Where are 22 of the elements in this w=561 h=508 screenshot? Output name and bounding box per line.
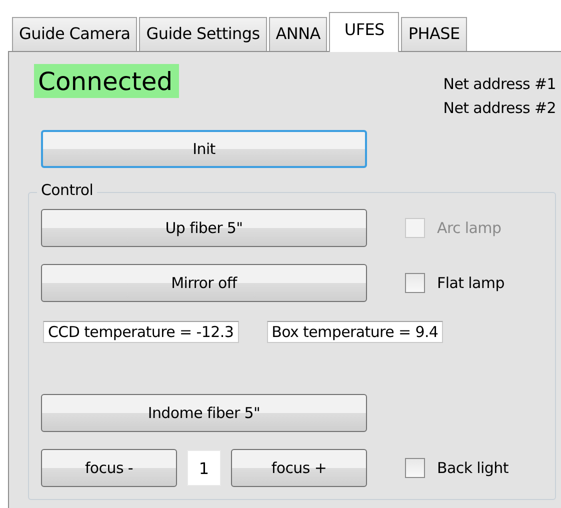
tab[interactable]: Guide Settings: [139, 17, 267, 51]
tab[interactable]: PHASE: [401, 17, 467, 51]
checkbox-label: Arc lamp: [437, 219, 502, 237]
checkbox-label: Flat lamp: [437, 274, 504, 292]
focus-minus-button[interactable]: focus -: [41, 449, 177, 487]
net-address-label: Net address #2: [443, 98, 556, 119]
connection-status: Connected: [34, 64, 179, 98]
focus-plus-button[interactable]: focus +: [231, 449, 367, 487]
checkbox[interactable]: [405, 273, 425, 293]
indome-fiber-button[interactable]: Indome fiber 5": [41, 394, 367, 432]
temperature-readout: Box temperature = 9.4: [266, 321, 444, 343]
focus-step-field[interactable]: 1: [187, 450, 221, 486]
checkbox[interactable]: [405, 458, 425, 478]
checkbox-label: Back light: [437, 459, 508, 477]
init-button[interactable]: Init: [41, 130, 367, 168]
up-fiber-button[interactable]: Up fiber 5": [41, 209, 367, 247]
net-address-label: Net address #1: [443, 74, 556, 95]
tab[interactable]: Guide Camera: [12, 17, 138, 51]
temperature-readout: CCD temperature = -12.3: [43, 321, 239, 343]
tab[interactable]: UFES: [329, 12, 400, 52]
tab[interactable]: ANNA: [268, 17, 328, 51]
mirror-button[interactable]: Mirror off: [41, 264, 367, 302]
